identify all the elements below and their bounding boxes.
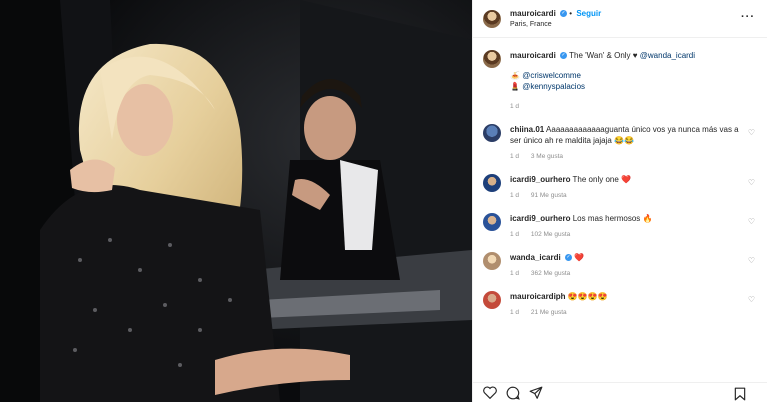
comment-age[interactable]: 1 d xyxy=(510,309,519,316)
comment-item: icardi9_ourhero The only one ❤️ 1 d 91 M… xyxy=(483,174,757,201)
photo-illustration xyxy=(0,0,472,402)
avatar[interactable] xyxy=(483,213,501,231)
caption-mention-2[interactable]: @criswelcomme xyxy=(522,71,581,80)
avatar[interactable] xyxy=(483,174,501,192)
comment-text: ❤️ xyxy=(574,253,585,262)
caption-username[interactable]: mauroicardi xyxy=(510,51,556,60)
avatar[interactable] xyxy=(483,9,501,28)
comment-likes[interactable]: 3 Me gusta xyxy=(531,153,563,160)
share-icon[interactable] xyxy=(529,386,543,400)
avatar[interactable] xyxy=(483,124,501,142)
comment-body: chiina.01 Aaaaaaaaaaaaaguanta único vos … xyxy=(510,124,745,162)
caption-text: The 'Wan' & Only ♥ xyxy=(569,51,638,60)
comment-body: mauroicardiph 😍😍😍😍 1 d 21 Me gusta xyxy=(510,291,745,318)
comment-text: 😍😍😍😍 xyxy=(567,292,608,301)
instagram-post: mauroicardi ✓ • Seguir Paris, France ···… xyxy=(0,0,767,402)
avatar[interactable] xyxy=(483,291,501,309)
comment-likes[interactable]: 102 Me gusta xyxy=(531,231,570,238)
comment-meta: 1 d 91 Me gusta xyxy=(510,190,745,201)
action-bar xyxy=(473,382,767,402)
comment-icon[interactable] xyxy=(506,386,520,400)
verified-icon: ✓ xyxy=(560,52,568,60)
comment-item: icardi9_ourhero Los mas hermosos 🔥 1 d 1… xyxy=(483,213,757,240)
comment-age[interactable]: 1 d xyxy=(510,270,519,277)
comment-likes[interactable]: 21 Me gusta xyxy=(531,309,567,316)
comment-age[interactable]: 1 d xyxy=(510,192,519,199)
header-text: mauroicardi ✓ • Seguir Paris, France xyxy=(510,8,601,30)
comment-username[interactable]: mauroicardiph xyxy=(510,292,566,301)
post-photo[interactable] xyxy=(0,0,472,402)
heart-icon[interactable]: ♡ xyxy=(748,178,755,187)
comment-username[interactable]: chiina.01 xyxy=(510,125,544,134)
location-link[interactable]: Paris, France xyxy=(510,19,601,30)
heart-icon[interactable]: ♡ xyxy=(748,256,755,265)
comment-item: chiina.01 Aaaaaaaaaaaaaguanta único vos … xyxy=(483,124,757,162)
caption-mention[interactable]: @wanda_icardi xyxy=(640,51,695,60)
comment-item: wanda_icardi ✓ ❤️ 1 d 362 Me gusta ♡ xyxy=(483,252,757,279)
comment-username[interactable]: wanda_icardi xyxy=(510,253,561,262)
post-sidebar: mauroicardi ✓ • Seguir Paris, France ···… xyxy=(472,0,767,402)
more-options-icon[interactable]: ··· xyxy=(741,11,755,23)
comment-text: Aaaaaaaaaaaaaguanta único vos ya nunca m… xyxy=(510,125,739,145)
caption-body: mauroicardi ✓ The 'Wan' & Only ♥ @wanda_… xyxy=(510,50,695,112)
heart-icon[interactable]: ♡ xyxy=(748,217,755,226)
header-username[interactable]: mauroicardi xyxy=(510,9,556,18)
caption-emoji-2: 💄 xyxy=(510,82,520,91)
separator-dot: • xyxy=(569,8,573,18)
comment-meta: 1 d 21 Me gusta xyxy=(510,307,745,318)
heart-icon[interactable]: ♡ xyxy=(748,295,755,304)
verified-icon: ✓ xyxy=(560,9,568,17)
comment-username[interactable]: icardi9_ourhero xyxy=(510,214,570,223)
comment-likes[interactable]: 362 Me gusta xyxy=(531,270,570,277)
post-header: mauroicardi ✓ • Seguir Paris, France ··· xyxy=(473,0,767,38)
comment-text: The only one ❤️ xyxy=(572,175,631,184)
heart-icon[interactable] xyxy=(483,386,497,399)
caption-age[interactable]: 1 d xyxy=(510,101,695,112)
heart-icon[interactable]: ♡ xyxy=(748,128,755,137)
bookmark-icon[interactable] xyxy=(734,387,746,401)
caption-emoji-1: 🍝 xyxy=(510,71,520,80)
avatar[interactable] xyxy=(483,50,501,68)
follow-button[interactable]: Seguir xyxy=(576,9,601,18)
comment-age[interactable]: 1 d xyxy=(510,231,519,238)
comment-username[interactable]: icardi9_ourhero xyxy=(510,175,570,184)
comment-likes[interactable]: 91 Me gusta xyxy=(531,192,567,199)
comment-meta: 1 d 362 Me gusta xyxy=(510,268,745,279)
comment-item: mauroicardiph 😍😍😍😍 1 d 21 Me gusta ♡ xyxy=(483,291,757,318)
comment-body: icardi9_ourhero The only one ❤️ 1 d 91 M… xyxy=(510,174,745,201)
comment-body: wanda_icardi ✓ ❤️ 1 d 362 Me gusta xyxy=(510,252,745,279)
comment-meta: 1 d 102 Me gusta xyxy=(510,229,745,240)
comment-meta: 1 d 3 Me gusta xyxy=(510,151,745,162)
caption-mention-3[interactable]: @kennyspalacios xyxy=(522,82,585,91)
verified-icon: ✓ xyxy=(564,254,572,262)
caption: mauroicardi ✓ The 'Wan' & Only ♥ @wanda_… xyxy=(483,50,757,112)
comments-list: mauroicardi ✓ The 'Wan' & Only ♥ @wanda_… xyxy=(473,38,767,318)
comment-age[interactable]: 1 d xyxy=(510,153,519,160)
comment-body: icardi9_ourhero Los mas hermosos 🔥 1 d 1… xyxy=(510,213,745,240)
comment-text: Los mas hermosos 🔥 xyxy=(572,214,653,223)
avatar[interactable] xyxy=(483,252,501,270)
